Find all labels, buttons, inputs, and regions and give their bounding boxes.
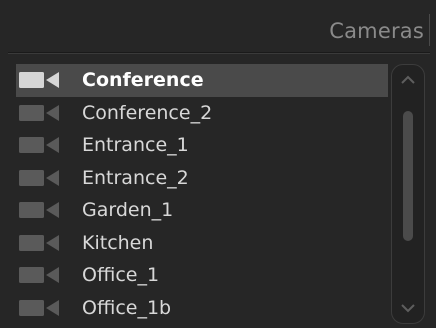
camera-label: Office_1 [82,264,160,287]
video-camera-icon [19,299,59,316]
camera-list: Conference Conference_2 Entrance_1 Entra… [16,64,388,324]
scroll-down-button[interactable] [392,297,424,319]
camera-list-item[interactable]: Conference_2 [16,97,388,130]
camera-label: Entrance_2 [82,166,189,189]
camera-label: Garden_1 [82,199,174,222]
camera-list-item[interactable]: Entrance_2 [16,162,388,195]
camera-label: Conference [82,69,204,92]
camera-list-item[interactable]: Garden_1 [16,194,388,227]
camera-list-item[interactable]: Entrance_1 [16,129,388,162]
header-divider [429,14,430,46]
camera-label: Conference_2 [82,101,213,124]
camera-list-item[interactable]: Office_1 [16,259,388,292]
vertical-scrollbar[interactable] [391,64,425,324]
video-camera-icon [19,137,59,154]
panel-title: Cameras [329,19,424,43]
scroll-up-button[interactable] [392,69,424,91]
camera-list-item[interactable]: Conference [16,64,388,97]
video-camera-icon [19,234,59,251]
cameras-panel: Cameras Conference Conference_2 Entrance… [0,0,436,328]
chevron-down-icon [401,304,415,313]
camera-list-item[interactable]: Kitchen [16,227,388,260]
video-camera-icon [19,169,59,186]
camera-label: Office_1b [82,296,172,319]
camera-label: Kitchen [82,231,154,254]
camera-label: Entrance_1 [82,134,189,157]
scroll-thumb[interactable] [403,111,413,241]
video-camera-icon [19,104,59,121]
video-camera-icon [19,202,59,219]
chevron-up-icon [401,75,415,84]
video-camera-icon [19,267,59,284]
video-camera-icon [19,72,59,89]
camera-list-item[interactable]: Office_1b [16,292,388,325]
panel-header: Cameras [8,6,430,53]
